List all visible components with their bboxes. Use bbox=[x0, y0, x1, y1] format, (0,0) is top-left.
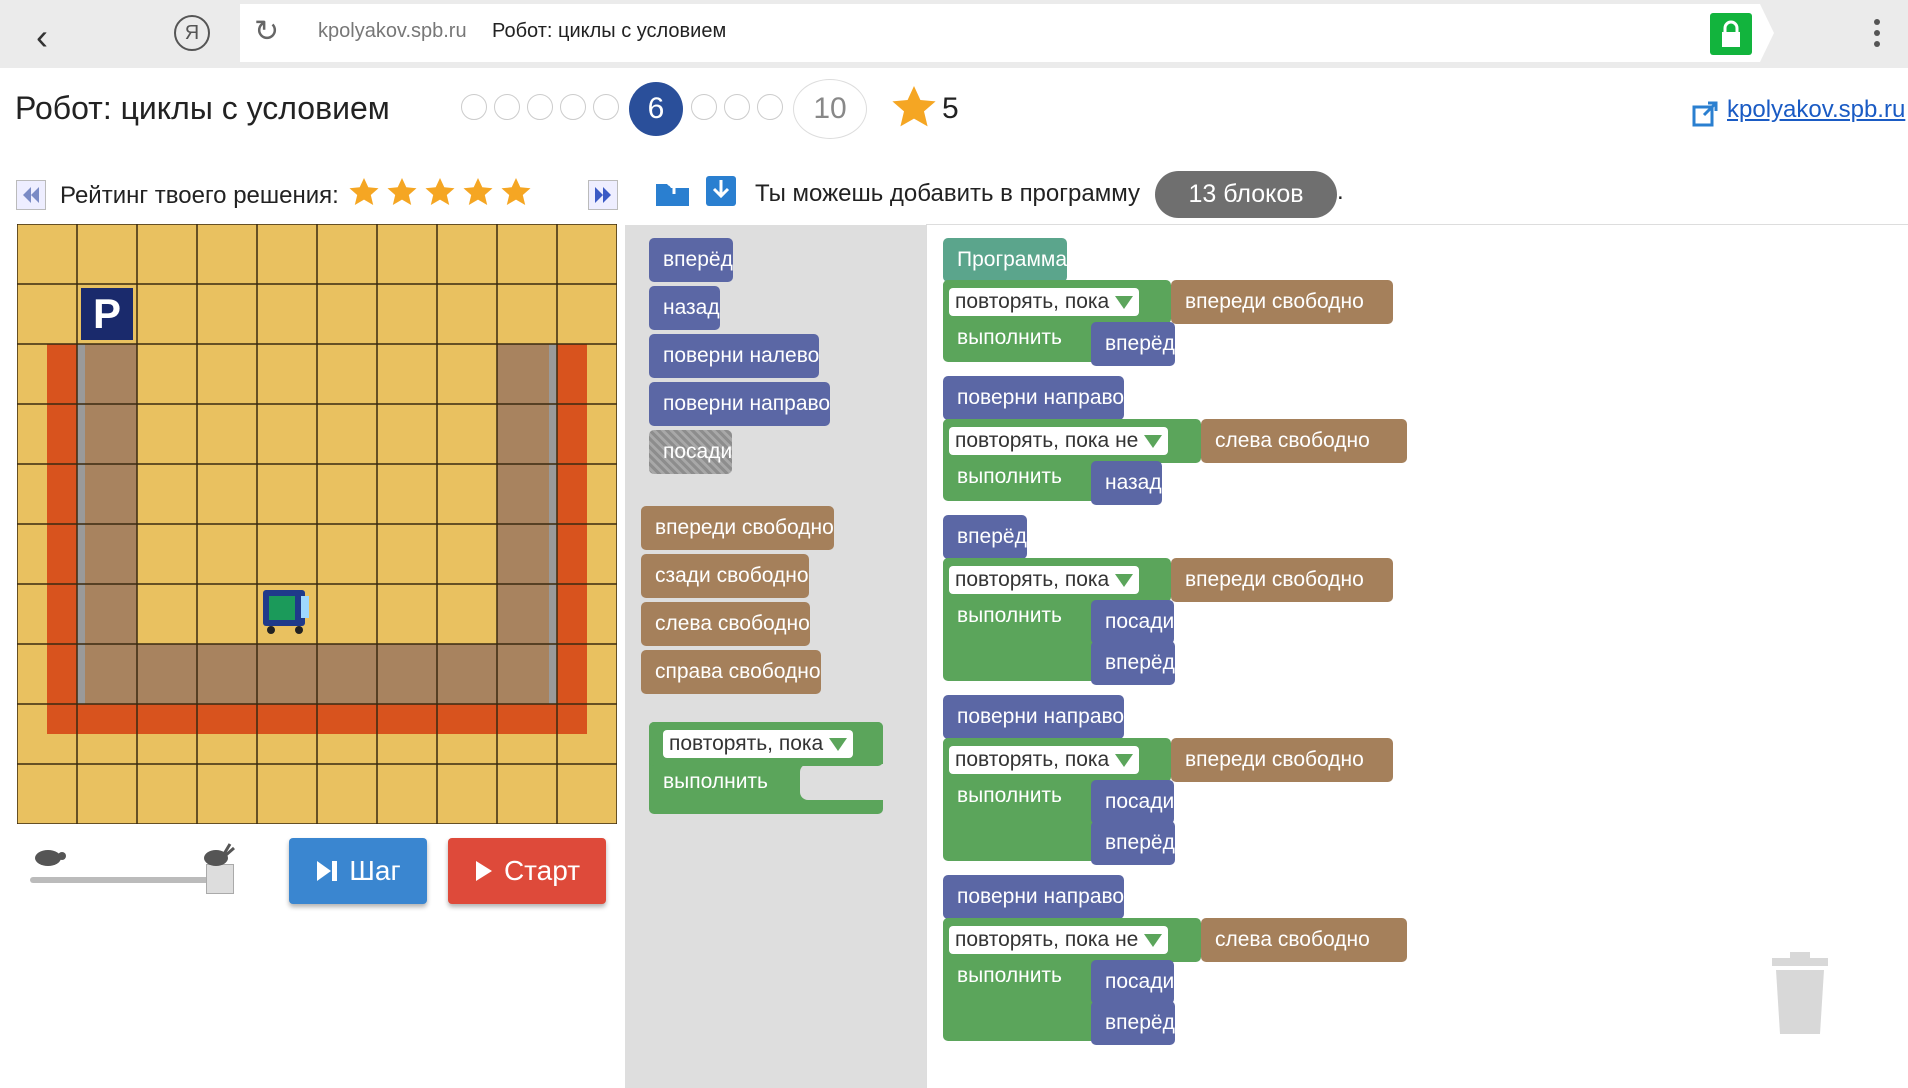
rating-label: Рейтинг твоего решения: bbox=[60, 182, 339, 209]
loop-condition[interactable]: впереди свободно bbox=[1171, 558, 1393, 602]
loop-head[interactable]: повторять, пока не bbox=[943, 419, 1201, 463]
site-link[interactable]: kpolyakov.spb.ru bbox=[1727, 96, 1905, 124]
loop-head[interactable]: повторять, пока bbox=[943, 558, 1171, 602]
loop-body-command[interactable]: посади bbox=[1091, 600, 1175, 644]
star-icon bbox=[890, 84, 938, 137]
loop-head[interactable]: повторять, пока не bbox=[943, 918, 1201, 962]
menu-icon[interactable] bbox=[1874, 18, 1880, 48]
back-icon[interactable]: ‹ bbox=[36, 16, 48, 58]
toolbox-loop-head[interactable]: повторять, пока bbox=[649, 722, 883, 766]
play-icon bbox=[475, 861, 492, 881]
loop-slot bbox=[800, 764, 883, 800]
url-host: kpolyakov.spb.ru bbox=[318, 20, 467, 42]
loop-do-label: выполнить bbox=[957, 465, 1062, 488]
blocks-count-badge: 13 блоков bbox=[1155, 171, 1337, 218]
loop-condition[interactable]: слева свободно bbox=[1201, 918, 1407, 962]
external-link-icon[interactable] bbox=[1692, 99, 1720, 132]
loop-condition[interactable]: впереди свободно bbox=[1171, 738, 1393, 782]
add-info-text: Ты можешь добавить в программу bbox=[755, 180, 1140, 207]
url-title: Робот: циклы с условием bbox=[492, 20, 727, 42]
loop-dropdown[interactable]: повторять, пока bbox=[949, 288, 1140, 316]
level-dot[interactable] bbox=[461, 94, 487, 120]
speed-slider[interactable] bbox=[30, 877, 218, 883]
loop-dropdown[interactable]: повторять, пока bbox=[949, 746, 1140, 774]
toolbox-block-disabled: посади bbox=[649, 430, 733, 474]
loop-do-label: выполнить bbox=[957, 784, 1062, 807]
loop-dropdown[interactable]: повторять, пока не bbox=[949, 427, 1169, 455]
loop-body-command[interactable]: посади bbox=[1091, 960, 1175, 1004]
loop-body-command[interactable]: вперёд bbox=[1091, 1001, 1175, 1045]
program-hat: Программа bbox=[943, 238, 1068, 282]
page-title: Робот: циклы с условием bbox=[15, 90, 390, 126]
loop-do-label: выполнить bbox=[957, 964, 1062, 987]
step-icon bbox=[317, 861, 338, 881]
dropdown-arrow-icon bbox=[1115, 753, 1134, 767]
start-button[interactable]: Старт bbox=[448, 838, 606, 904]
program-command[interactable]: поверни направо bbox=[943, 695, 1125, 739]
address-bar[interactable] bbox=[240, 4, 1760, 62]
program-command[interactable]: поверни направо bbox=[943, 376, 1125, 420]
loop-dropdown[interactable]: повторять, пока bbox=[949, 566, 1140, 594]
loop-head[interactable]: повторять, пока bbox=[943, 280, 1171, 324]
level-dot[interactable] bbox=[593, 94, 619, 120]
level-dot[interactable] bbox=[527, 94, 553, 120]
lock-icon[interactable] bbox=[1710, 13, 1752, 55]
level-ten[interactable]: 10 bbox=[793, 79, 867, 139]
prev-level-icon[interactable] bbox=[16, 180, 46, 210]
open-file-icon[interactable] bbox=[654, 174, 692, 213]
save-file-icon[interactable] bbox=[704, 174, 738, 213]
dropdown-arrow-icon bbox=[1115, 573, 1134, 587]
level-dot[interactable] bbox=[494, 94, 520, 120]
loop-head[interactable]: повторять, пока bbox=[943, 738, 1171, 782]
rating-stars bbox=[348, 176, 534, 217]
program-command[interactable]: поверни направо bbox=[943, 875, 1125, 919]
loop-body-command[interactable]: вперёд bbox=[1091, 322, 1175, 366]
loop-dropdown-label: повторять, пока bbox=[955, 748, 1110, 771]
loop-do-label: выполнить bbox=[957, 604, 1062, 627]
loop-dropdown[interactable]: повторять, пока bbox=[663, 730, 854, 758]
level-dot[interactable] bbox=[691, 94, 717, 120]
loop-body-command[interactable]: назад bbox=[1091, 461, 1162, 505]
dropdown-arrow-icon bbox=[1144, 933, 1163, 947]
reload-icon[interactable]: ↻ bbox=[254, 14, 279, 49]
loop-body-command[interactable]: вперёд bbox=[1091, 821, 1175, 865]
trash-icon[interactable] bbox=[1768, 952, 1832, 1041]
step-button[interactable]: Шаг bbox=[289, 838, 427, 904]
toolbox-block[interactable]: назад bbox=[649, 286, 720, 330]
loop-dropdown-label: повторять, пока bbox=[955, 290, 1110, 313]
level-dot[interactable] bbox=[757, 94, 783, 120]
dropdown-arrow-icon bbox=[1144, 434, 1163, 448]
toolbox-block[interactable]: вперёд bbox=[649, 238, 733, 282]
info-suffix: . bbox=[1337, 178, 1344, 205]
loop-dropdown-label: повторять, пока не bbox=[955, 928, 1139, 951]
toolbox-condition[interactable]: сзади свободно bbox=[641, 554, 809, 598]
loop-dropdown-label: повторять, пока bbox=[955, 568, 1110, 591]
parking-sign: P bbox=[93, 290, 121, 337]
program-command[interactable]: вперёд bbox=[943, 515, 1027, 559]
loop-condition[interactable]: слева свободно bbox=[1201, 419, 1407, 463]
loop-body-command[interactable]: посади bbox=[1091, 780, 1175, 824]
yandex-icon[interactable]: Я bbox=[174, 15, 210, 51]
loop-body-command[interactable]: вперёд bbox=[1091, 641, 1175, 685]
level-dot[interactable] bbox=[724, 94, 750, 120]
toolbox-condition[interactable]: слева свободно bbox=[641, 602, 810, 646]
level-dot[interactable] bbox=[560, 94, 586, 120]
loop-condition[interactable]: впереди свободно bbox=[1171, 280, 1393, 324]
star-count: 5 bbox=[942, 92, 959, 125]
loop-dropdown-label: повторять, пока не bbox=[955, 429, 1139, 452]
toolbox-condition[interactable]: впереди свободно bbox=[641, 506, 834, 550]
toolbox-block[interactable]: поверни налево bbox=[649, 334, 820, 378]
rabbit-icon bbox=[200, 842, 236, 873]
current-level[interactable]: 6 bbox=[629, 82, 683, 136]
address-bar-tip bbox=[1760, 4, 1774, 62]
loop-do-label: выполнить bbox=[957, 326, 1062, 349]
toolbox-loop-do: выполнить bbox=[663, 770, 768, 793]
dropdown-arrow-icon bbox=[1115, 295, 1134, 309]
next-level-icon[interactable] bbox=[588, 180, 618, 210]
robot-field: P bbox=[16, 223, 618, 825]
toolbox-block[interactable]: поверни направо bbox=[649, 382, 831, 426]
toolbox-condition[interactable]: справа свободно bbox=[641, 650, 821, 694]
turtle-icon bbox=[30, 846, 66, 873]
loop-dropdown[interactable]: повторять, пока не bbox=[949, 926, 1169, 954]
